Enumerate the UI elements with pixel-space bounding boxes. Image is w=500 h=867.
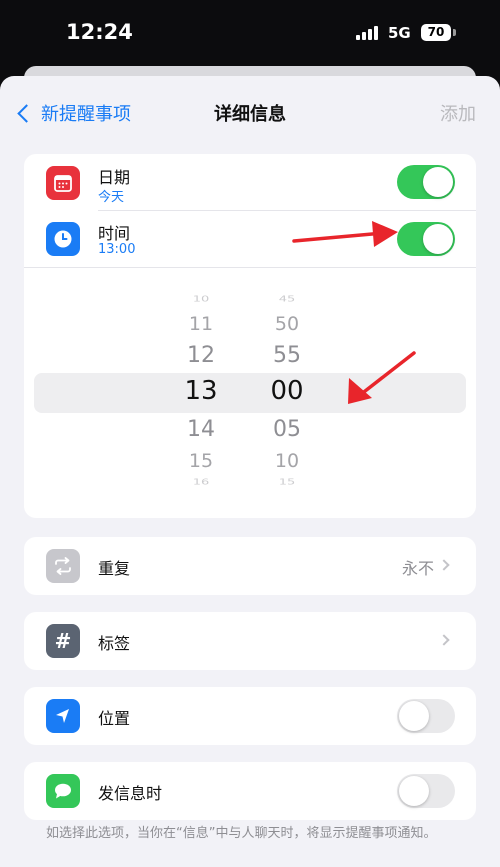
date-title: 日期 [98,168,131,187]
hour-option[interactable]: 12 [171,343,231,368]
minute-option[interactable]: 15 [257,478,317,487]
repeat-row[interactable]: 重复 永不 [24,537,476,595]
repeat-title: 重复 [98,559,131,578]
minute-option[interactable]: 05 [257,417,317,442]
toggle-knob [399,776,429,806]
date-subtitle: 今天 [98,190,125,205]
toggle-knob [423,224,453,254]
date-row[interactable]: 日期 今天 [24,154,476,210]
tag-row[interactable]: # 标签 [24,612,476,670]
time-toggle[interactable] [397,222,455,256]
minute-option[interactable]: 10 [257,450,317,472]
location-toggle[interactable] [397,699,455,733]
location-title: 位置 [98,709,131,728]
calendar-icon [46,166,80,200]
hour-option[interactable]: 15 [171,450,231,472]
minute-option[interactable]: 55 [257,343,317,368]
hashtag-icon: # [46,624,80,658]
message-title: 发信息时 [98,784,163,803]
hour-selected[interactable]: 13 [171,376,231,406]
time-subtitle: 13:00 [98,242,136,257]
status-time: 12:24 [66,20,133,44]
battery-tip [453,29,456,36]
message-footnote: 如选择此选项，当你在“信息”中与人聊天时，将显示提醒事项通知。 [46,826,437,841]
chevron-right-icon [438,634,450,646]
time-title: 时间 [98,224,131,243]
time-row[interactable]: 时间 13:00 [24,211,476,267]
date-toggle[interactable] [397,165,455,199]
location-arrow-icon [46,699,80,733]
add-button[interactable]: 添加 [440,100,476,126]
repeat-icon [46,549,80,583]
repeat-value: 永不 [401,559,434,578]
picker-selection-band [34,373,466,413]
battery-icon: 70 [421,24,451,41]
minute-option[interactable]: 50 [257,313,317,335]
minute-selected[interactable]: 00 [257,376,317,406]
hour-option[interactable]: 16 [171,478,231,487]
network-label: 5G [388,24,411,42]
message-row[interactable]: 发信息时 [24,762,476,820]
signal-icon [356,26,380,40]
location-row[interactable]: 位置 [24,687,476,745]
hour-option[interactable]: 10 [171,295,231,304]
message-bubble-icon [46,774,80,808]
toggle-knob [399,701,429,731]
minute-option[interactable]: 45 [257,295,317,304]
tag-title: 标签 [98,634,131,653]
hour-option[interactable]: 11 [171,313,231,335]
clock-icon [46,222,80,256]
page-title: 详细信息 [214,104,286,125]
divider [24,267,476,268]
message-toggle[interactable] [397,774,455,808]
date-time-card: 日期 今天 时间 13:00 [24,154,476,518]
toggle-knob [423,167,453,197]
chevron-right-icon [438,559,450,571]
status-bar: 12:24 5G 70 [0,0,500,68]
hour-option[interactable]: 14 [171,417,231,442]
